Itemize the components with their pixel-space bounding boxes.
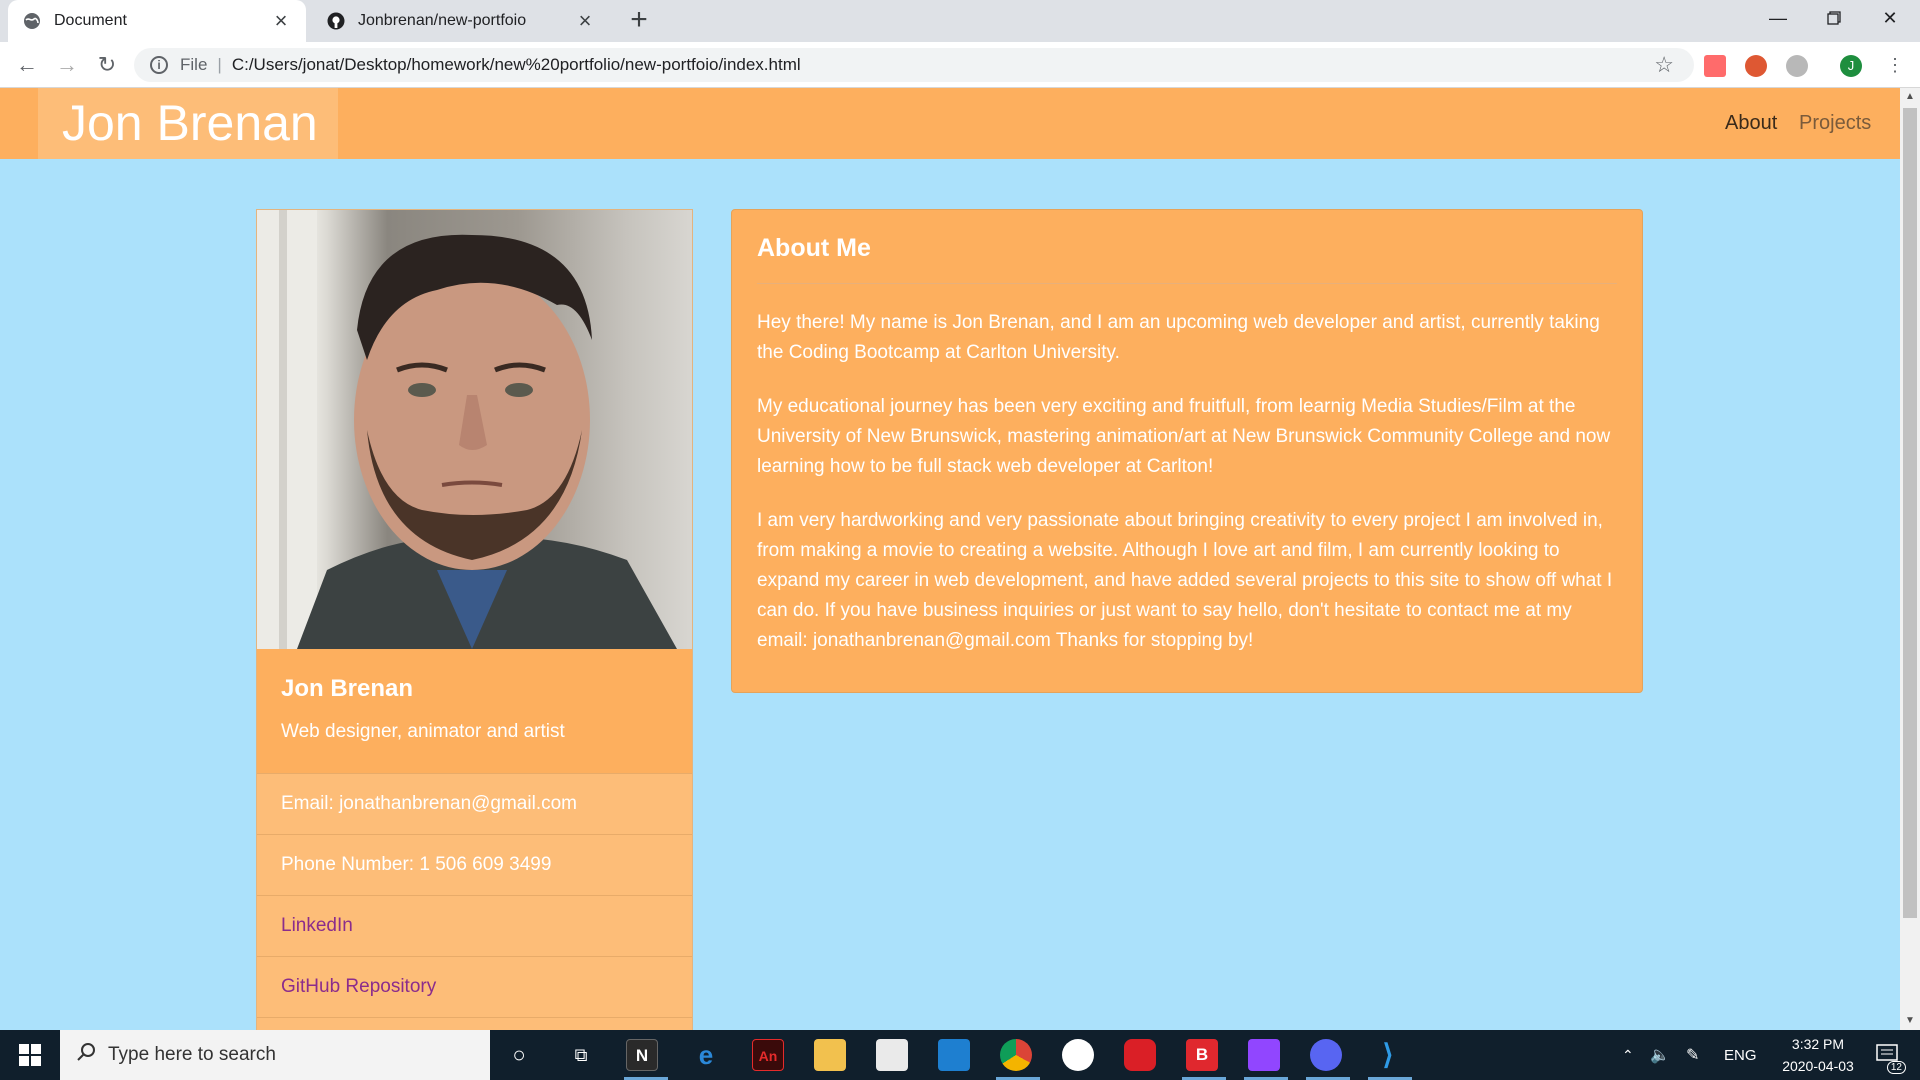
restore-icon[interactable] bbox=[1806, 0, 1862, 36]
address-bar[interactable]: i File | C:/Users/jonat/Desktop/homework… bbox=[134, 48, 1694, 82]
about-paragraph: I am very hardworking and very passionat… bbox=[757, 510, 1613, 651]
store-icon[interactable] bbox=[876, 1039, 908, 1071]
github-link[interactable]: GitHub Repository bbox=[257, 956, 692, 1017]
chrome-icon[interactable] bbox=[1000, 1039, 1032, 1071]
duckduckgo-icon[interactable] bbox=[1745, 55, 1767, 77]
about-heading: About Me bbox=[757, 234, 1617, 284]
profile-photo bbox=[257, 210, 692, 649]
pen-icon[interactable]: ✎ bbox=[1686, 1030, 1699, 1080]
new-tab-button[interactable]: + bbox=[624, 5, 654, 36]
profile-list-item bbox=[257, 1017, 692, 1030]
profile-header: Jon Brenan Web designer, animator and ar… bbox=[257, 649, 692, 773]
volume-icon[interactable]: 🔈 bbox=[1650, 1030, 1670, 1080]
bookmark-star-icon[interactable]: ☆ bbox=[1654, 52, 1674, 78]
search-icon bbox=[76, 1042, 96, 1068]
site-navbar: Jon Brenan About Projects bbox=[0, 88, 1900, 159]
profile-name: Jon Brenan bbox=[281, 675, 414, 702]
task-view-icon[interactable]: ⧉ bbox=[565, 1039, 597, 1071]
taskbar-search[interactable]: Type here to search bbox=[60, 1030, 490, 1080]
browser-toolbar: ← → ↻ i File | C:/Users/jonat/Desktop/ho… bbox=[0, 42, 1920, 88]
forward-icon[interactable]: → bbox=[52, 50, 82, 80]
web-page: Jon Brenan About Projects Jon Brenan Web… bbox=[0, 88, 1900, 1030]
twitch-icon[interactable] bbox=[1248, 1039, 1280, 1071]
nav-about[interactable]: About bbox=[1725, 112, 1777, 135]
close-tab-icon[interactable]: × bbox=[270, 10, 292, 32]
brave-icon[interactable]: B bbox=[1186, 1039, 1218, 1071]
tab-strip: Document × Jonbrenan/new-portfoio × + — … bbox=[0, 0, 1920, 42]
close-tab-icon[interactable]: × bbox=[574, 10, 596, 32]
clock[interactable]: 3:32 PM 2020-04-03 bbox=[1770, 1030, 1866, 1080]
page-scrollbar[interactable]: ▲ ▼ bbox=[1900, 88, 1920, 1030]
github-icon bbox=[326, 11, 346, 31]
url-text[interactable]: C:/Users/jonat/Desktop/homework/new%20po… bbox=[232, 55, 801, 75]
slack-icon[interactable] bbox=[1062, 1039, 1094, 1071]
reload-icon[interactable]: ↻ bbox=[92, 50, 122, 80]
nav-projects[interactable]: Projects bbox=[1799, 112, 1871, 135]
tab-title: Jonbrenan/new-portfoio bbox=[358, 12, 527, 29]
windows-taskbar: Type here to search ○ ⧉ N e An B ⟩ ⌃ 🔈 ✎… bbox=[0, 1030, 1920, 1080]
profile-avatar[interactable]: J bbox=[1840, 55, 1862, 77]
tab-title: Document bbox=[54, 12, 127, 29]
menu-kebab-icon[interactable]: ⋮ bbox=[1880, 50, 1910, 80]
back-icon[interactable]: ← bbox=[12, 50, 42, 80]
profile-card: Jon Brenan Web designer, animator and ar… bbox=[256, 209, 693, 1030]
cortana-icon[interactable]: ○ bbox=[503, 1039, 535, 1071]
search-placeholder: Type here to search bbox=[108, 1044, 276, 1065]
notion-icon[interactable]: N bbox=[626, 1039, 658, 1071]
mail-icon[interactable] bbox=[938, 1039, 970, 1071]
scheme-label: File bbox=[180, 55, 208, 74]
scroll-down-icon[interactable]: ▼ bbox=[1900, 1012, 1920, 1030]
language-indicator[interactable]: ENG bbox=[1724, 1030, 1757, 1080]
about-card: About Me Hey there! My name is Jon Brena… bbox=[731, 209, 1643, 693]
info-icon[interactable]: i bbox=[150, 56, 168, 74]
about-paragraph: My educational journey has been very exc… bbox=[757, 396, 1611, 477]
extension-red-icon[interactable] bbox=[1704, 55, 1726, 77]
scroll-up-icon[interactable]: ▲ bbox=[1900, 88, 1920, 106]
tray-chevron-icon[interactable]: ⌃ bbox=[1622, 1030, 1634, 1080]
minimize-icon[interactable]: — bbox=[1750, 0, 1806, 36]
close-window-icon[interactable]: ✕ bbox=[1862, 0, 1918, 36]
about-paragraph: Hey there! My name is Jon Brenan, and I … bbox=[757, 312, 1600, 363]
notification-center-icon[interactable]: 12 bbox=[1868, 1030, 1908, 1080]
scrollbar-thumb[interactable] bbox=[1903, 108, 1917, 918]
creative-cloud-icon[interactable] bbox=[1124, 1039, 1156, 1071]
notification-count: 12 bbox=[1886, 1061, 1906, 1074]
extension-grey-icon[interactable] bbox=[1786, 55, 1808, 77]
windows-start-icon[interactable] bbox=[0, 1030, 60, 1080]
clock-date: 2020-04-03 bbox=[1782, 1058, 1854, 1074]
profile-tagline: Web designer, animator and artist bbox=[281, 721, 565, 742]
linkedin-link[interactable]: LinkedIn bbox=[257, 895, 692, 956]
profile-phone: Phone Number: 1 506 609 3499 bbox=[257, 834, 692, 895]
site-brand[interactable]: Jon Brenan bbox=[38, 88, 338, 159]
tab-github[interactable]: Jonbrenan/new-portfoio × bbox=[312, 0, 610, 42]
discord-icon[interactable] bbox=[1310, 1039, 1342, 1071]
globe-icon bbox=[22, 11, 42, 31]
file-explorer-icon[interactable] bbox=[814, 1039, 846, 1071]
profile-email: Email: jonathanbrenan@gmail.com bbox=[257, 773, 692, 834]
vscode-icon[interactable]: ⟩ bbox=[1372, 1039, 1404, 1071]
animate-icon[interactable]: An bbox=[752, 1039, 784, 1071]
tab-document[interactable]: Document × bbox=[8, 0, 306, 42]
address-divider: | bbox=[217, 55, 222, 74]
clock-time: 3:32 PM bbox=[1791, 1036, 1845, 1052]
edge-icon[interactable]: e bbox=[690, 1039, 722, 1071]
